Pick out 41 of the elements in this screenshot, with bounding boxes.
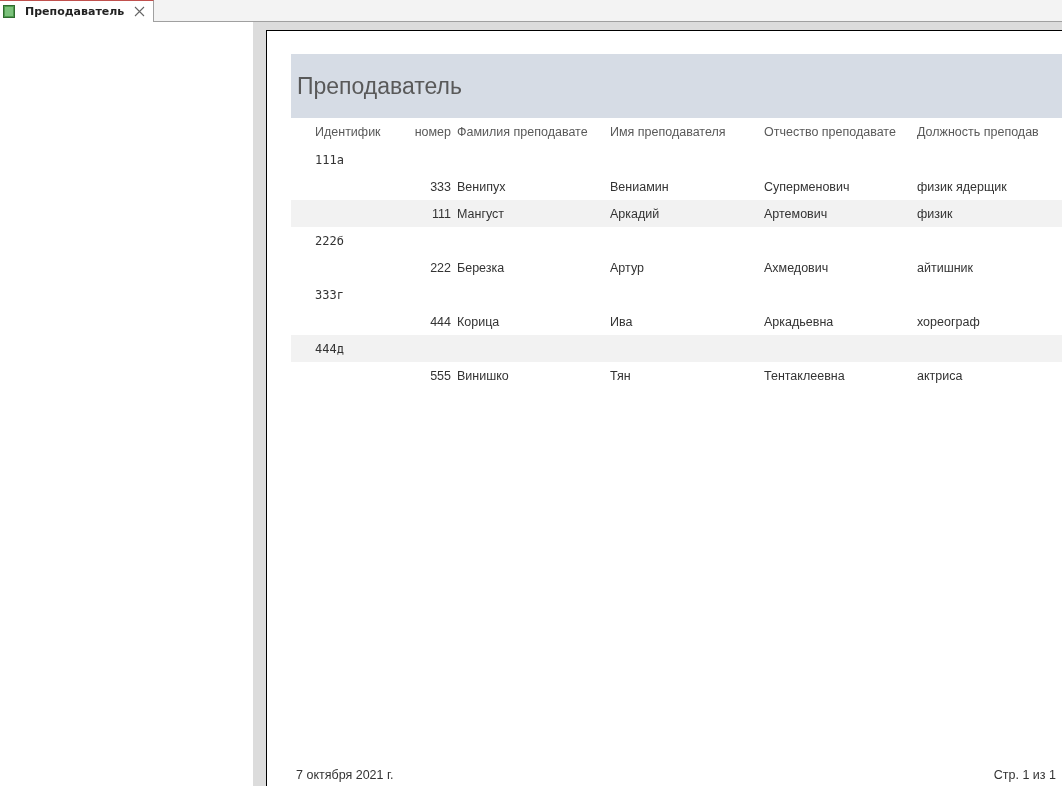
table-cell-text: Тян (610, 368, 632, 383)
table-cell-text: Корица (457, 314, 501, 329)
table-cell-text: Аркадьевна (764, 314, 835, 329)
column-header: номер (413, 125, 452, 139)
report-title: Преподаватель (297, 72, 463, 100)
table-cell-text: физик (917, 206, 954, 221)
column-header: Должность преподав (917, 125, 1040, 139)
table-cell-text: Артемович (764, 206, 829, 221)
table-cell-text: хореограф (917, 314, 981, 329)
group-id: 111а (314, 152, 345, 167)
report-date: 7 октября 2021 г. (296, 768, 394, 782)
table-cell-text: Мангуст (457, 206, 506, 221)
table-cell-text: Винишко (457, 368, 510, 383)
table-cell-text: 222 (429, 260, 452, 275)
close-icon[interactable] (134, 6, 146, 17)
table-cell-text: Суперменович (764, 179, 851, 194)
table-cell-text: Ахмедович (764, 260, 830, 275)
table-cell-text: Венипух (457, 179, 507, 194)
table-cell-text: физик ядерщик (917, 179, 1008, 194)
table-cell-text: актриса (917, 368, 964, 383)
group-id: 444д (314, 341, 345, 356)
column-header: Фамилия преподавате (457, 125, 589, 139)
table-cell-text: Тентаклеевна (764, 368, 846, 383)
page-number: Стр. 1 из 1 (993, 768, 1056, 782)
table-cell-text: 444 (429, 314, 452, 329)
table-cell-text: Ива (610, 314, 634, 329)
table-cell-text: Березка (457, 260, 506, 275)
column-header: Имя преподавателя (610, 125, 727, 139)
column-header: Отчество преподавате (764, 125, 897, 139)
table-cell-text: Артур (610, 260, 645, 275)
table-cell-text: Аркадий (610, 206, 661, 221)
document-tab[interactable]: Преподаватель (0, 0, 155, 22)
group-id: 333г (314, 287, 345, 302)
group-id: 222б (314, 233, 345, 248)
table-cell-text: айтишник (917, 260, 975, 275)
table-cell-text: Вениамин (610, 179, 670, 194)
table-cell-text: 555 (429, 368, 452, 383)
table-cell-text: 333 (429, 179, 452, 194)
column-header: Идентифик (314, 125, 382, 139)
report-icon (3, 5, 15, 18)
table-cell-text: 111 (431, 206, 452, 221)
